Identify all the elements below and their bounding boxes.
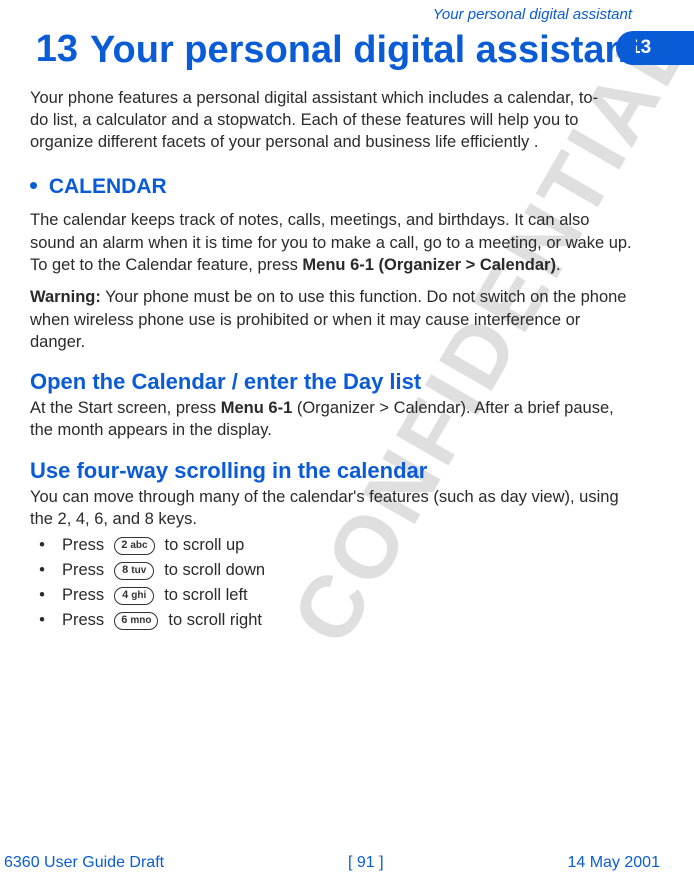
phone-key-icon: 2abc [114, 537, 154, 555]
footer-date: 14 May 2001 [567, 854, 660, 872]
text-fragment: Press [62, 536, 104, 555]
text-fragment: to scroll down [164, 561, 265, 580]
bullet-icon: • [32, 611, 52, 630]
running-head: Your personal digital assistant [30, 6, 660, 23]
list-item: • Press 6mno to scroll right [32, 611, 660, 630]
list-item: • Press 8tuv to scroll down [32, 561, 660, 580]
bullet-icon: • [32, 586, 52, 605]
bullet-icon [30, 182, 37, 189]
list-item: • Press 4ghi to scroll left [32, 586, 660, 605]
phone-key-icon: 6mno [114, 612, 158, 630]
key-letters: ghi [131, 591, 146, 601]
text-fragment: Press [62, 586, 104, 605]
scroll-intro-paragraph: You can move through many of the calenda… [30, 486, 632, 531]
text-fragment: At the Start screen, press [30, 399, 221, 417]
chapter-title: Your personal digital assistant [90, 29, 660, 73]
bullet-icon: • [32, 561, 52, 580]
text-fragment: Press [62, 561, 104, 580]
page-footer: 6360 User Guide Draft [ 91 ] 14 May 2001 [0, 854, 694, 872]
chapter-number: 13 [30, 29, 78, 71]
key-letters: tuv [131, 566, 146, 576]
footer-page-number: [ 91 ] [348, 854, 384, 872]
phone-key-icon: 4ghi [114, 587, 154, 605]
key-digit: 8 [122, 565, 128, 576]
subheading-open-calendar: Open the Calendar / enter the Day list [30, 369, 660, 395]
warning-label: Warning: [30, 288, 101, 306]
key-digit: 6 [121, 615, 127, 626]
calendar-paragraph-1: The calendar keeps track of notes, calls… [30, 209, 632, 276]
open-calendar-paragraph: At the Start screen, press Menu 6-1 (Org… [30, 397, 632, 442]
chapter-heading: 13 Your personal digital assistant [30, 29, 660, 73]
calendar-warning: Warning: Your phone must be on to use th… [30, 286, 632, 353]
menu-path-bold: Menu 6-1 (Organizer > Calendar) [302, 256, 556, 274]
text-fragment: to scroll right [168, 611, 262, 630]
section-heading-calendar: CALENDAR [30, 175, 660, 199]
phone-key-icon: 8tuv [114, 562, 154, 580]
bullet-icon: • [32, 536, 52, 555]
key-letters: abc [130, 541, 147, 551]
list-item: • Press 2abc to scroll up [32, 536, 660, 555]
section-heading-text: CALENDAR [49, 175, 167, 198]
key-digit: 2 [121, 540, 127, 551]
text-fragment: . [556, 256, 561, 274]
page-content: Your personal digital assistant 13 Your … [0, 0, 694, 630]
key-digit: 4 [122, 590, 128, 601]
text-fragment: to scroll up [165, 536, 245, 555]
text-fragment: to scroll left [164, 586, 247, 605]
menu-path-bold: Menu 6-1 [221, 399, 293, 417]
subheading-four-way-scroll: Use four-way scrolling in the calendar [30, 458, 660, 484]
footer-left: 6360 User Guide Draft [4, 854, 164, 872]
intro-paragraph: Your phone features a personal digital a… [30, 87, 600, 154]
warning-text: Your phone must be on to use this functi… [30, 288, 626, 351]
text-fragment: Press [62, 611, 104, 630]
scroll-key-list: • Press 2abc to scroll up • Press 8tuv t… [32, 536, 660, 630]
key-letters: mno [130, 616, 151, 626]
